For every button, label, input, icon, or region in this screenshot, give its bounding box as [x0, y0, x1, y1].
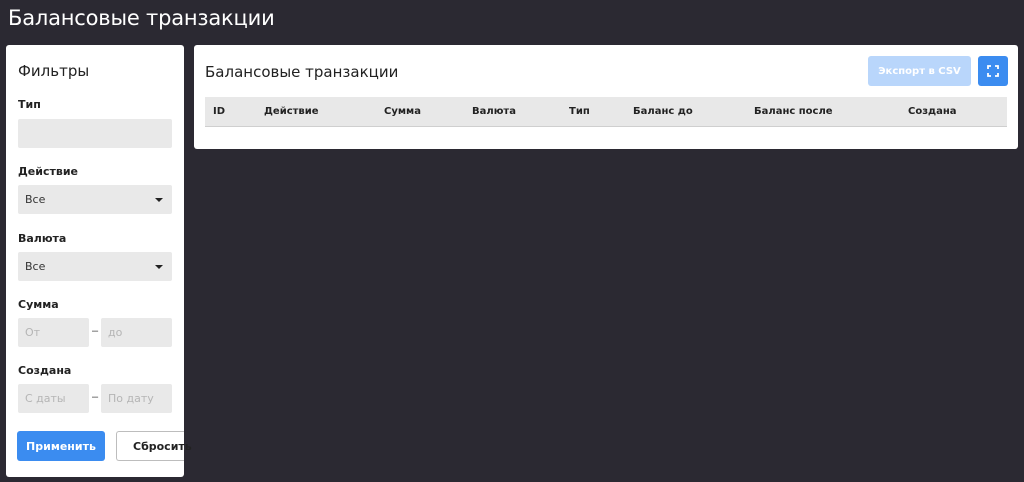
fullscreen-icon: [987, 65, 999, 77]
column-header-id[interactable]: ID: [213, 106, 225, 117]
amount-from-input[interactable]: [18, 318, 89, 347]
filters-panel: Фильтры Тип Действие Все Валюта Все Сумм…: [6, 45, 192, 477]
created-separator: –: [92, 391, 99, 403]
transactions-title: Балансовые транзакции: [205, 63, 399, 81]
apply-button[interactable]: Применить: [17, 431, 105, 461]
amount-label: Сумма: [18, 298, 59, 311]
column-header-action[interactable]: Действие: [264, 106, 319, 117]
export-csv-button[interactable]: Экспорт в CSV: [868, 56, 971, 86]
column-header-balance-after[interactable]: Баланс после: [754, 106, 833, 117]
column-header-currency[interactable]: Валюта: [472, 106, 516, 117]
column-header-created[interactable]: Создана: [908, 106, 957, 117]
action-select[interactable]: Все: [18, 185, 172, 214]
created-label: Создана: [18, 364, 72, 377]
amount-to-input[interactable]: [101, 318, 172, 347]
filters-title: Фильтры: [18, 62, 90, 80]
created-to-input[interactable]: [101, 384, 172, 413]
column-header-type[interactable]: Тип: [569, 106, 590, 117]
transactions-panel: Балансовые транзакции Экспорт в CSV ID Д…: [194, 45, 1018, 149]
currency-select-value: Все: [25, 260, 46, 273]
type-label: Тип: [18, 98, 41, 111]
chevron-down-icon: [155, 197, 163, 202]
column-header-amount[interactable]: Сумма: [384, 106, 421, 117]
type-input[interactable]: [18, 119, 172, 148]
page-title: Балансовые транзакции: [8, 6, 275, 30]
column-header-balance-before[interactable]: Баланс до: [633, 106, 693, 117]
action-select-value: Все: [25, 193, 46, 206]
currency-select[interactable]: Все: [18, 252, 172, 281]
action-label: Действие: [18, 165, 78, 178]
fullscreen-button[interactable]: [978, 56, 1008, 86]
currency-label: Валюта: [18, 232, 67, 245]
created-from-input[interactable]: [18, 384, 89, 413]
chevron-down-icon: [155, 264, 163, 269]
table-header: ID Действие Сумма Валюта Тип Баланс до Б…: [205, 97, 1007, 127]
reset-button[interactable]: Сбросить: [116, 431, 192, 461]
amount-separator: –: [92, 325, 99, 337]
